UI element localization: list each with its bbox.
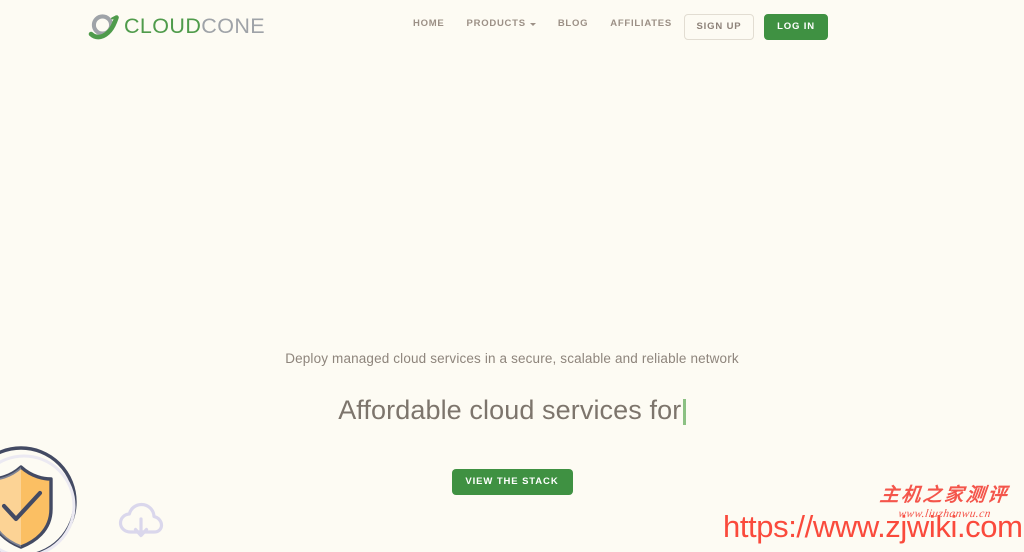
site-header: CLOUDCONE HOME PRODUCTS BLOG AFFILIATES … <box>0 0 1024 54</box>
nav-item-affiliates-label: AFFILIATES <box>610 18 672 29</box>
nav-item-products-label: PRODUCTS <box>466 18 526 29</box>
brand-word-cloud: CLOUD <box>124 14 202 39</box>
sign-up-button[interactable]: SIGN UP <box>684 14 754 40</box>
nav-item-blog[interactable]: BLOG <box>558 19 588 29</box>
hero-section: Deploy managed cloud services in a secur… <box>0 350 1024 495</box>
hero-cta-wrapper: VIEW THE STACK <box>0 468 1024 495</box>
hero-subtitle: Deploy managed cloud services in a secur… <box>285 351 739 366</box>
nav-item-affiliates[interactable]: AFFILIATES <box>610 19 672 29</box>
nav-item-products[interactable]: PRODUCTS <box>467 19 536 29</box>
nav-item-home[interactable]: HOME <box>413 19 445 29</box>
cloud-download-icon <box>118 502 164 540</box>
watermark-main-url: https://www.zjwiki.com <box>723 509 1023 544</box>
brand-logo[interactable]: CLOUDCONE <box>88 12 265 42</box>
hero-headline-row: Affordable cloud services for <box>0 395 1024 426</box>
nav-item-home-label: HOME <box>413 18 445 29</box>
chevron-down-icon <box>529 23 536 27</box>
brand-wordmark: CLOUDCONE <box>124 16 265 38</box>
header-actions: SIGN UP LOG IN <box>684 14 828 40</box>
watermark-stamp-url: www.liuzhanwu.cn <box>897 508 992 520</box>
typing-cursor <box>683 399 686 426</box>
nav-item-blog-label: BLOG <box>557 18 589 29</box>
view-the-stack-button[interactable]: VIEW THE STACK <box>451 468 573 495</box>
hero-headline: Affordable cloud services for <box>338 394 682 425</box>
cloudcone-swoosh-logo-icon <box>88 12 120 42</box>
log-in-button[interactable]: LOG IN <box>764 14 828 40</box>
page-root: CLOUDCONE HOME PRODUCTS BLOG AFFILIATES … <box>0 0 1024 552</box>
brand-word-cone: CONE <box>201 14 265 39</box>
